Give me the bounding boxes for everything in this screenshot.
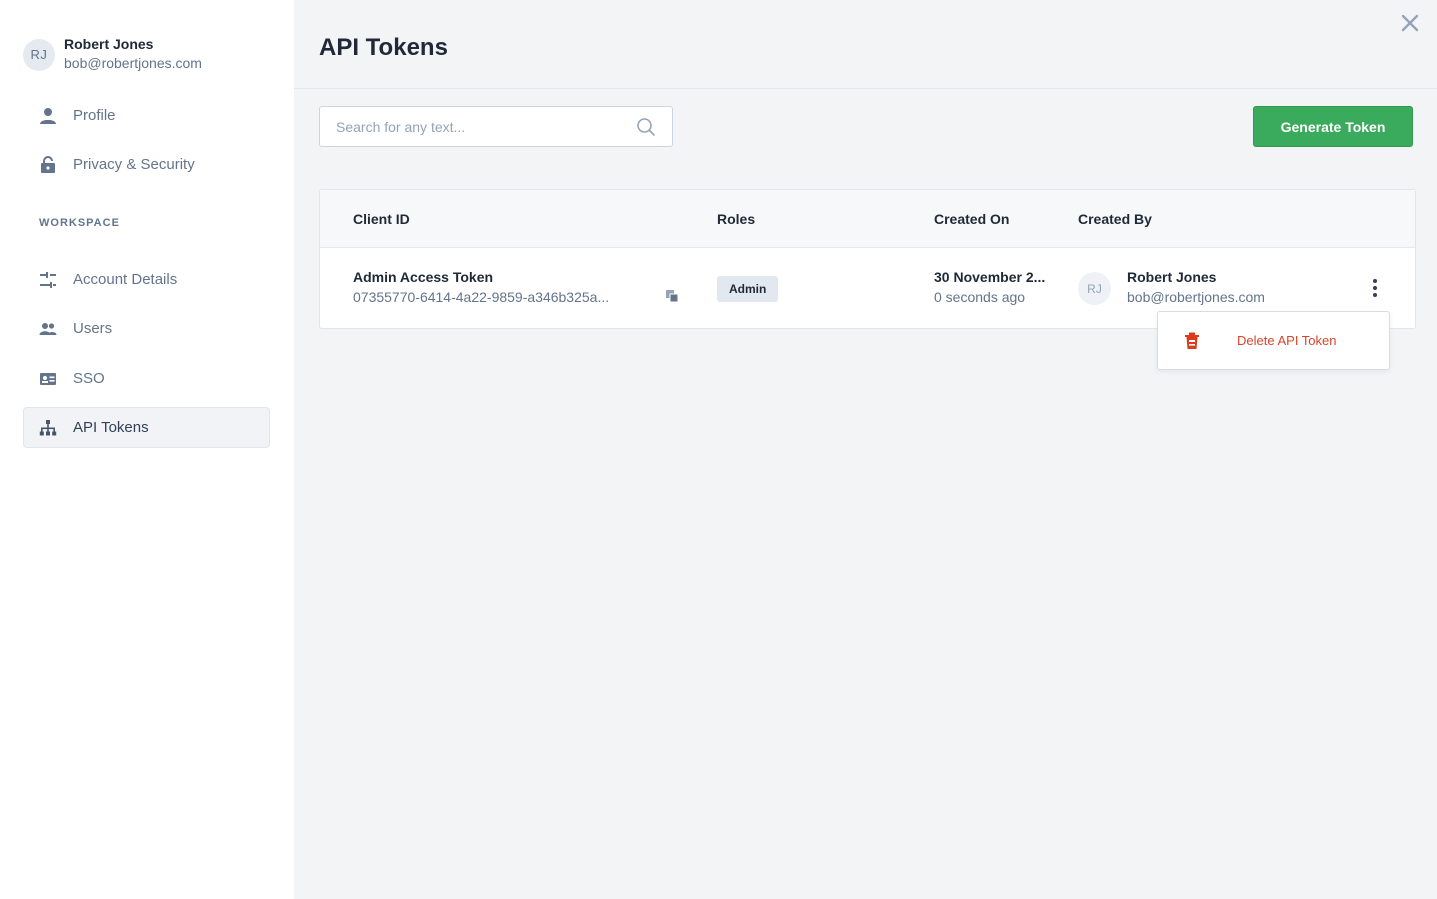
client-id-cell: Admin Access Token 07355770-6414-4a22-98… <box>353 267 609 307</box>
sidebar-item-users[interactable]: Users <box>23 308 270 349</box>
role-badge: Admin <box>717 276 779 302</box>
sliders-icon <box>39 271 57 289</box>
column-header-roles: Roles <box>717 211 756 227</box>
header-divider <box>294 88 1437 89</box>
search-box <box>319 106 673 147</box>
page-title: API Tokens <box>319 34 448 61</box>
created-by-cell: Robert Jones bob@robertjones.com <box>1127 267 1265 307</box>
lock-icon <box>39 155 57 174</box>
sidebar-item-sso[interactable]: SSO <box>23 358 270 399</box>
sidebar-item-profile[interactable]: Profile <box>23 95 270 136</box>
user-profile-block: RJ Robert Jones bob@robertjones.com <box>23 36 202 73</box>
sidebar-item-label: Users <box>73 320 113 337</box>
column-header-client-id: Client ID <box>353 211 410 227</box>
user-name: Robert Jones <box>64 36 154 52</box>
user-email: bob@robertjones.com <box>64 55 202 71</box>
sidebar-item-api-tokens[interactable]: API Tokens <box>23 407 270 448</box>
search-input[interactable] <box>336 118 636 135</box>
delete-api-token-menu-item[interactable]: Delete API Token <box>1157 311 1390 370</box>
tokens-table: Client ID Roles Created On Created By Ad… <box>319 189 1416 329</box>
section-label-workspace: WORKSPACE <box>39 217 120 229</box>
search-icon[interactable] <box>636 117 656 137</box>
copy-icon[interactable] <box>665 289 679 303</box>
avatar: RJ <box>23 38 55 71</box>
creator-email: bob@robertjones.com <box>1127 289 1265 305</box>
generate-token-button[interactable]: Generate Token <box>1253 106 1413 147</box>
trash-icon <box>1184 332 1200 350</box>
created-relative: 0 seconds ago <box>934 289 1026 305</box>
table-header: Client ID Roles Created On Created By <box>320 190 1415 248</box>
more-options-icon[interactable] <box>1366 277 1384 299</box>
sidebar-item-label: Profile <box>73 107 116 124</box>
sidebar: RJ Robert Jones bob@robertjones.com Prof… <box>0 0 294 899</box>
id-card-icon <box>39 370 57 388</box>
avatar: RJ <box>1078 272 1111 305</box>
network-icon <box>39 419 57 437</box>
sidebar-item-label: SSO <box>73 370 105 387</box>
person-icon <box>39 107 57 125</box>
close-icon[interactable] <box>1401 14 1419 32</box>
created-date: 30 November 2... <box>934 269 1046 285</box>
main-content: API Tokens Generate Token Client ID Role… <box>294 0 1437 899</box>
creator-name: Robert Jones <box>1127 269 1217 285</box>
sidebar-item-label: Account Details <box>73 271 178 288</box>
sidebar-item-label: API Tokens <box>73 419 149 436</box>
users-icon <box>39 320 57 338</box>
token-name: Admin Access Token <box>353 269 494 285</box>
column-header-created-by: Created By <box>1078 211 1152 227</box>
created-on-cell: 30 November 2... 0 seconds ago <box>934 267 1045 307</box>
user-text: Robert Jones bob@robertjones.com <box>64 36 202 73</box>
sidebar-item-account-details[interactable]: Account Details <box>23 259 270 300</box>
sidebar-item-privacy-security[interactable]: Privacy & Security <box>23 144 270 185</box>
sidebar-item-label: Privacy & Security <box>73 156 195 173</box>
token-id: 07355770-6414-4a22-9859-a346b325a... <box>353 289 610 305</box>
column-header-created-on: Created On <box>934 211 1010 227</box>
delete-api-token-label: Delete API Token <box>1237 333 1337 348</box>
